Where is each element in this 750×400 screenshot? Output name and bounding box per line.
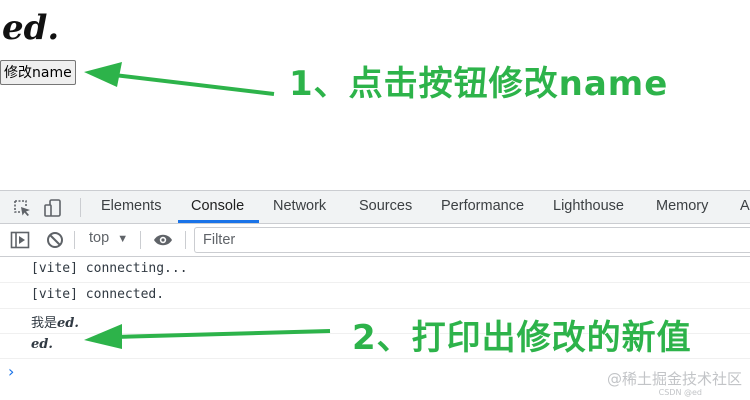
console-message: ed. xyxy=(31,337,53,352)
sidebar-toggle-icon[interactable] xyxy=(10,231,30,249)
tab-console[interactable]: Console xyxy=(191,191,244,223)
console-filter-input[interactable] xyxy=(194,227,750,253)
console-message: [vite] connecting... xyxy=(31,261,188,276)
tab-performance[interactable]: Performance xyxy=(441,191,524,223)
live-expression-eye-icon[interactable] xyxy=(153,233,173,247)
tab-more[interactable]: A xyxy=(740,191,750,223)
tab-network[interactable]: Network xyxy=(273,191,326,223)
log-value: ed. xyxy=(57,316,79,331)
console-log-row: [vite] connected. xyxy=(0,284,750,309)
dropdown-caret-icon: ▼ xyxy=(117,233,129,245)
console-message: [vite] connected. xyxy=(31,287,165,302)
devtools-tabbar: Elements Console Network Sources Perform… xyxy=(0,191,750,224)
tab-elements[interactable]: Elements xyxy=(101,191,161,223)
annotation-step-1: 1、点击按钮修改name xyxy=(289,64,669,104)
device-toolbar-icon[interactable] xyxy=(43,198,63,218)
toolbar-separator xyxy=(140,231,141,249)
context-label: top xyxy=(89,230,110,246)
tab-lighthouse[interactable]: Lighthouse xyxy=(553,191,624,223)
modify-name-button[interactable]: 修改name xyxy=(0,60,76,85)
annotation-arrow-2 xyxy=(84,324,331,349)
watermark-small: CSDN @ed xyxy=(658,388,702,397)
watermark: @稀土掘金技术社区 xyxy=(606,370,742,388)
annotation-arrow-1 xyxy=(84,62,275,96)
page-heading: ed. xyxy=(2,8,60,48)
console-log-row: [vite] connecting... xyxy=(0,258,750,283)
tab-sources[interactable]: Sources xyxy=(359,191,412,223)
active-tab-indicator xyxy=(178,220,259,223)
tabbar-separator xyxy=(80,198,81,217)
clear-console-icon[interactable] xyxy=(46,231,64,249)
console-prompt-icon[interactable]: › xyxy=(8,362,14,381)
toolbar-separator xyxy=(74,231,75,249)
context-selector[interactable]: top ▼ xyxy=(89,230,128,246)
log-prefix: 我是 xyxy=(31,316,58,331)
annotation-step-2: 2、打印出修改的新值 xyxy=(352,318,692,358)
console-message: 我是ed. xyxy=(31,312,79,331)
console-toolbar: top ▼ xyxy=(0,224,750,257)
toolbar-separator xyxy=(185,231,186,249)
inspect-element-icon[interactable] xyxy=(12,198,32,218)
tab-memory[interactable]: Memory xyxy=(656,191,708,223)
